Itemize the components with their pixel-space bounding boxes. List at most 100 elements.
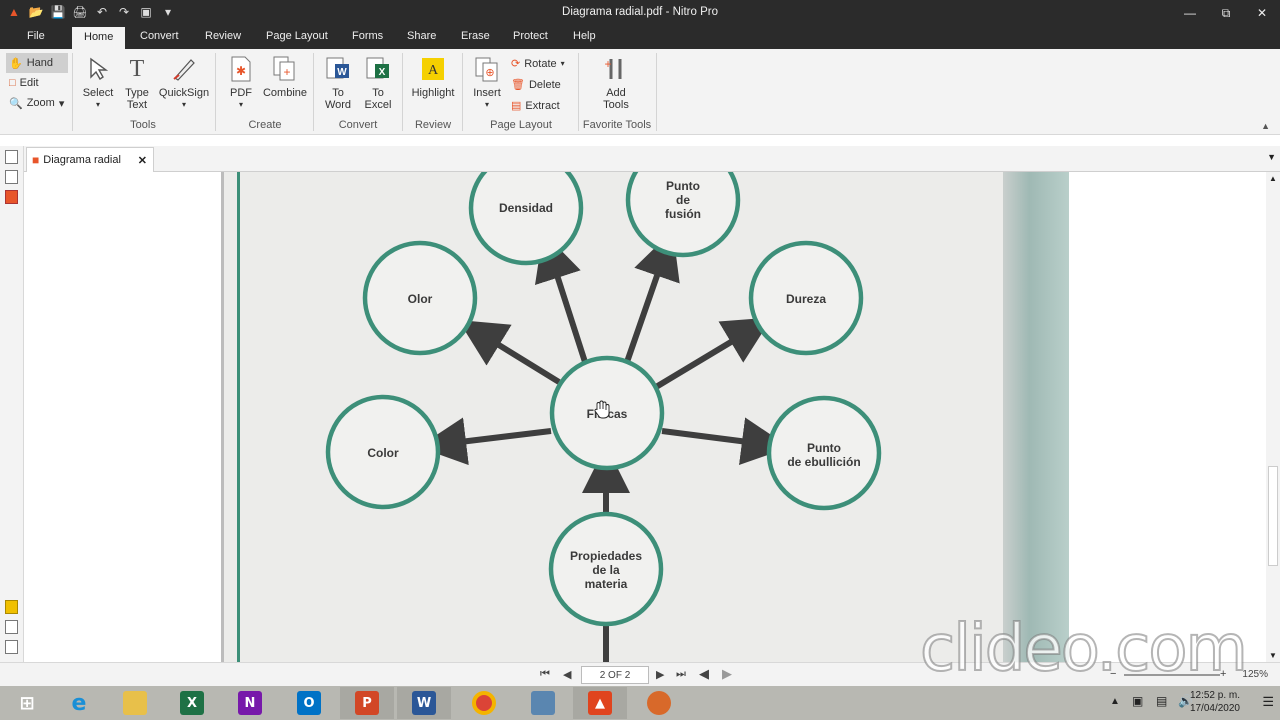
- collapse-ribbon-icon[interactable]: ▲: [1261, 121, 1270, 131]
- taskbar-file-explorer[interactable]: [108, 687, 162, 719]
- ribbon-divider: [402, 53, 403, 131]
- taskbar-excel[interactable]: X: [165, 687, 219, 719]
- insert-button[interactable]: ⊕ Insert ▾: [470, 55, 504, 111]
- taskbar-powerpoint[interactable]: P: [340, 687, 394, 719]
- select-button[interactable]: Select ▾: [82, 55, 114, 111]
- system-clock[interactable]: 12:52 p. m. 17/04/2020: [1190, 689, 1240, 715]
- document-tab[interactable]: ■ Diagrama radial ✕: [26, 147, 154, 172]
- node-propiedades-label-2: de la: [592, 563, 620, 577]
- edit-mode-button[interactable]: □ Edit: [6, 73, 68, 93]
- pdf-button[interactable]: ✱ PDF ▾: [226, 55, 256, 111]
- svg-text:⊕: ⊕: [485, 67, 494, 79]
- scroll-up-icon[interactable]: ▲: [1269, 174, 1277, 183]
- taskbar-other-app[interactable]: [632, 687, 686, 719]
- taskbar-onenote[interactable]: N: [223, 687, 277, 719]
- node-punto-ebullicion-label-1: Punto: [807, 441, 841, 455]
- taskbar-photos[interactable]: [516, 687, 570, 719]
- taskbar-chrome[interactable]: [457, 687, 511, 719]
- page-number-field[interactable]: 2 OF 2: [581, 666, 649, 684]
- zoom-mode-button[interactable]: 🔍 Zoom ▾: [6, 93, 68, 113]
- tab-list-chevron-icon[interactable]: ▼: [1267, 152, 1276, 162]
- close-tab-icon[interactable]: ✕: [138, 154, 147, 167]
- node-propiedades-label-3: materia: [585, 577, 628, 591]
- to-word-button[interactable]: W To Word: [322, 55, 354, 111]
- rotate-icon: ⟳: [511, 58, 521, 70]
- tab-forms[interactable]: Forms: [352, 30, 383, 42]
- restore-icon[interactable]: ⧉: [1208, 0, 1244, 26]
- output-panel-icon[interactable]: [5, 640, 18, 654]
- tab-home[interactable]: Home: [72, 27, 126, 49]
- tab-erase[interactable]: Erase: [461, 30, 490, 42]
- bookmarks-panel-icon[interactable]: [5, 190, 18, 204]
- scroll-thumb[interactable]: [1268, 466, 1278, 566]
- pdf-create-icon: ✱: [227, 55, 255, 83]
- network-icon[interactable]: ▤: [1156, 694, 1167, 708]
- next-page-icon[interactable]: ▶: [656, 668, 664, 681]
- notifications-icon[interactable]: ☰: [1262, 694, 1274, 710]
- chevron-down-icon: ▾: [484, 100, 489, 109]
- file-explorer-icon: [123, 691, 147, 715]
- highlight-button[interactable]: A Highlight: [408, 55, 458, 99]
- review-group-label: Review: [414, 119, 452, 131]
- rotate-button[interactable]: ⟳ Rotate ▾: [511, 57, 565, 71]
- previous-view-icon[interactable]: ◀: [699, 666, 709, 682]
- tab-share[interactable]: Share: [407, 30, 436, 42]
- svg-text:W: W: [337, 67, 347, 78]
- edit-label: Edit: [19, 77, 39, 89]
- highlight-icon: A: [419, 55, 447, 83]
- node-olor-label: Olor: [408, 292, 433, 306]
- chrome-icon: [472, 691, 496, 715]
- svg-text:✱: ✱: [236, 64, 246, 78]
- excel-convert-icon: X: [364, 55, 392, 83]
- chevron-down-icon: ▾: [58, 97, 65, 110]
- next-view-icon[interactable]: ▶: [722, 666, 732, 682]
- type-text-button[interactable]: T Type Text: [122, 55, 152, 111]
- tab-convert[interactable]: Convert: [140, 30, 179, 42]
- document-viewport[interactable]: Densidad Punto de fusión Olor Dureza Fís…: [24, 172, 1266, 662]
- arrow-to-color: [418, 417, 552, 466]
- delete-button[interactable]: 🗑 Delete: [511, 78, 561, 92]
- extract-button[interactable]: ▤ Extract: [511, 99, 560, 113]
- quicksign-button[interactable]: QuickSign ▾: [158, 55, 210, 111]
- combine-button[interactable]: + Combine: [262, 55, 308, 99]
- start-button[interactable]: ⊞: [0, 687, 54, 719]
- to-excel-button[interactable]: X To Excel: [362, 55, 394, 111]
- arrow-to-punto-ebullicion: [661, 417, 790, 466]
- tab-review[interactable]: Review: [205, 30, 241, 42]
- hand-mode-button[interactable]: ✋ Hand: [6, 53, 68, 73]
- tray-overflow-icon[interactable]: ▲: [1110, 696, 1120, 707]
- radial-diagram: Densidad Punto de fusión Olor Dureza Fís…: [325, 172, 882, 662]
- pages-panel-icon[interactable]: [5, 150, 18, 164]
- node-punto-ebullicion-label-2: de ebullición: [787, 455, 860, 469]
- tools-group-label: Tools: [130, 119, 156, 131]
- taskbar-internet-explorer[interactable]: e: [52, 687, 106, 719]
- scroll-down-icon[interactable]: ▼: [1269, 651, 1277, 660]
- vertical-scrollbar[interactable]: ▲ ▼: [1266, 172, 1280, 662]
- extract-icon: ▤: [511, 100, 522, 112]
- paw-app-icon: [647, 691, 671, 715]
- tab-help[interactable]: Help: [573, 30, 596, 42]
- previous-page-icon[interactable]: ◀: [563, 668, 571, 681]
- add-tools-button[interactable]: + Add Tools: [594, 55, 638, 111]
- minimize-icon[interactable]: —: [1172, 0, 1208, 26]
- taskbar-word[interactable]: W: [397, 687, 451, 719]
- menu-file[interactable]: File: [27, 30, 45, 42]
- insert-page-icon: ⊕: [473, 55, 501, 83]
- windows-logo-icon: ⊞: [19, 692, 35, 714]
- comments-panel-icon[interactable]: [5, 600, 18, 614]
- taskbar-nitro-pro[interactable]: ▲: [573, 687, 627, 719]
- ribbon-divider: [72, 53, 73, 131]
- tab-protect[interactable]: Protect: [513, 30, 548, 42]
- attachments-panel-icon[interactable]: [5, 620, 18, 634]
- taskbar-outlook[interactable]: O: [282, 687, 336, 719]
- tray-app-icon[interactable]: ▣: [1132, 694, 1143, 708]
- pen-icon: [170, 55, 198, 83]
- left-side-panel: [0, 146, 24, 662]
- first-page-icon[interactable]: ⏮: [540, 668, 550, 681]
- last-page-icon[interactable]: ⏭: [676, 668, 686, 681]
- zoom-level: 125%: [1242, 669, 1268, 680]
- type-text-icon: T: [129, 56, 145, 82]
- tab-page-layout[interactable]: Page Layout: [266, 30, 328, 42]
- search-panel-icon[interactable]: [5, 170, 18, 184]
- close-icon[interactable]: ✕: [1244, 0, 1280, 26]
